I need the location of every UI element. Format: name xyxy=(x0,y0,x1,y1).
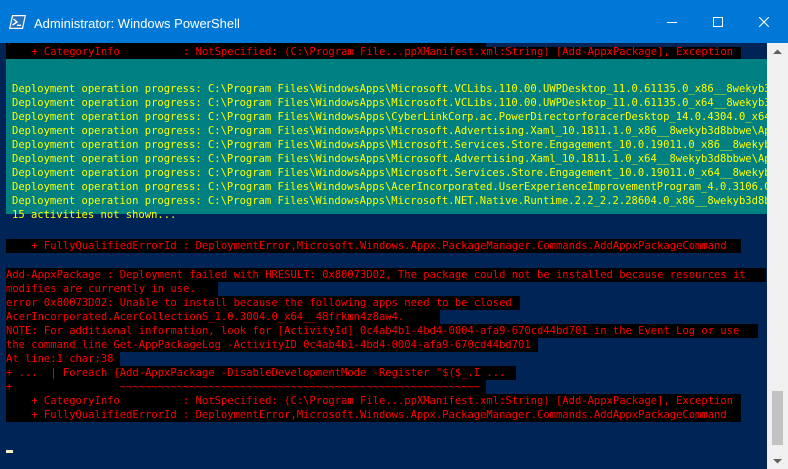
progress-line: Deployment operation progress: C:\Progra… xyxy=(12,97,767,109)
console-line: + CategoryInfo : NotSpecified: (C:\Progr… xyxy=(6,46,733,58)
error-message-line: + ~~~~~~~~~~~~~~~~~~~~~~~~~~~~~~~~~~~~~~… xyxy=(6,381,481,393)
progress-line: Deployment operation progress: C:\Progra… xyxy=(12,125,767,137)
error-message-line: Add-AppxPackage : Deployment failed with… xyxy=(6,269,746,281)
minimize-icon xyxy=(667,21,677,23)
close-icon xyxy=(759,16,769,27)
error-message-line: NOTE: For additional information, look f… xyxy=(6,325,740,337)
scroll-down-arrow-icon xyxy=(773,458,782,463)
scroll-up-button[interactable] xyxy=(767,43,788,60)
console-line: + FullyQualifiedErrorId : DeploymentErro… xyxy=(6,240,727,252)
minimize-button[interactable] xyxy=(649,0,695,43)
title-bar[interactable]: Administrator: Windows PowerShell xyxy=(0,0,788,43)
progress-panel: Deployment operation progress: C:\Progra… xyxy=(6,59,767,221)
scroll-down-button[interactable] xyxy=(767,452,788,469)
error-message-line: + FullyQualifiedErrorId : DeploymentErro… xyxy=(6,409,727,421)
error-message-line: + CategoryInfo : NotSpecified: (C:\Progr… xyxy=(6,395,733,407)
error-message-line: AcerIncorporated.AcerCollectionS_1.0.300… xyxy=(6,311,405,323)
progress-footer: 15 activities not shown... xyxy=(12,209,177,221)
error-message-line: modifies are currently in use. xyxy=(6,283,196,295)
close-button[interactable] xyxy=(741,0,787,43)
error-message-line: At line:1 char:38 xyxy=(6,353,114,365)
progress-line: Deployment operation progress: C:\Progra… xyxy=(12,153,767,165)
vertical-scrollbar[interactable] xyxy=(767,43,788,469)
progress-line: Deployment operation progress: C:\Progra… xyxy=(12,139,767,151)
progress-line: Deployment operation progress: C:\Progra… xyxy=(12,181,767,193)
window-title: Administrator: Windows PowerShell xyxy=(34,16,240,31)
maximize-icon xyxy=(713,16,723,27)
progress-line: Deployment operation progress: C:\Progra… xyxy=(12,83,767,95)
progress-line: Deployment operation progress: C:\Progra… xyxy=(12,167,767,179)
progress-line: Deployment operation progress: C:\Progra… xyxy=(12,111,767,123)
progress-line: Deployment operation progress: C:\Progra… xyxy=(12,195,767,207)
powershell-icon xyxy=(9,15,26,29)
maximize-button[interactable] xyxy=(695,0,741,43)
error-message-line: + ... | Foreach {Add-AppxPackage -Disabl… xyxy=(6,367,506,379)
console-output[interactable]: + ~~~~~~~~~~~~~~~~~~~~~~~~~~~~~~~~~~~~~~… xyxy=(0,43,767,469)
scroll-thumb[interactable] xyxy=(772,391,783,445)
error-message-line: the command line Get-AppPackageLog -Acti… xyxy=(6,339,531,351)
error-message-line: error 0x80073D02: Unable to install beca… xyxy=(6,297,512,309)
text-cursor xyxy=(6,450,13,453)
scroll-up-arrow-icon xyxy=(773,49,782,54)
